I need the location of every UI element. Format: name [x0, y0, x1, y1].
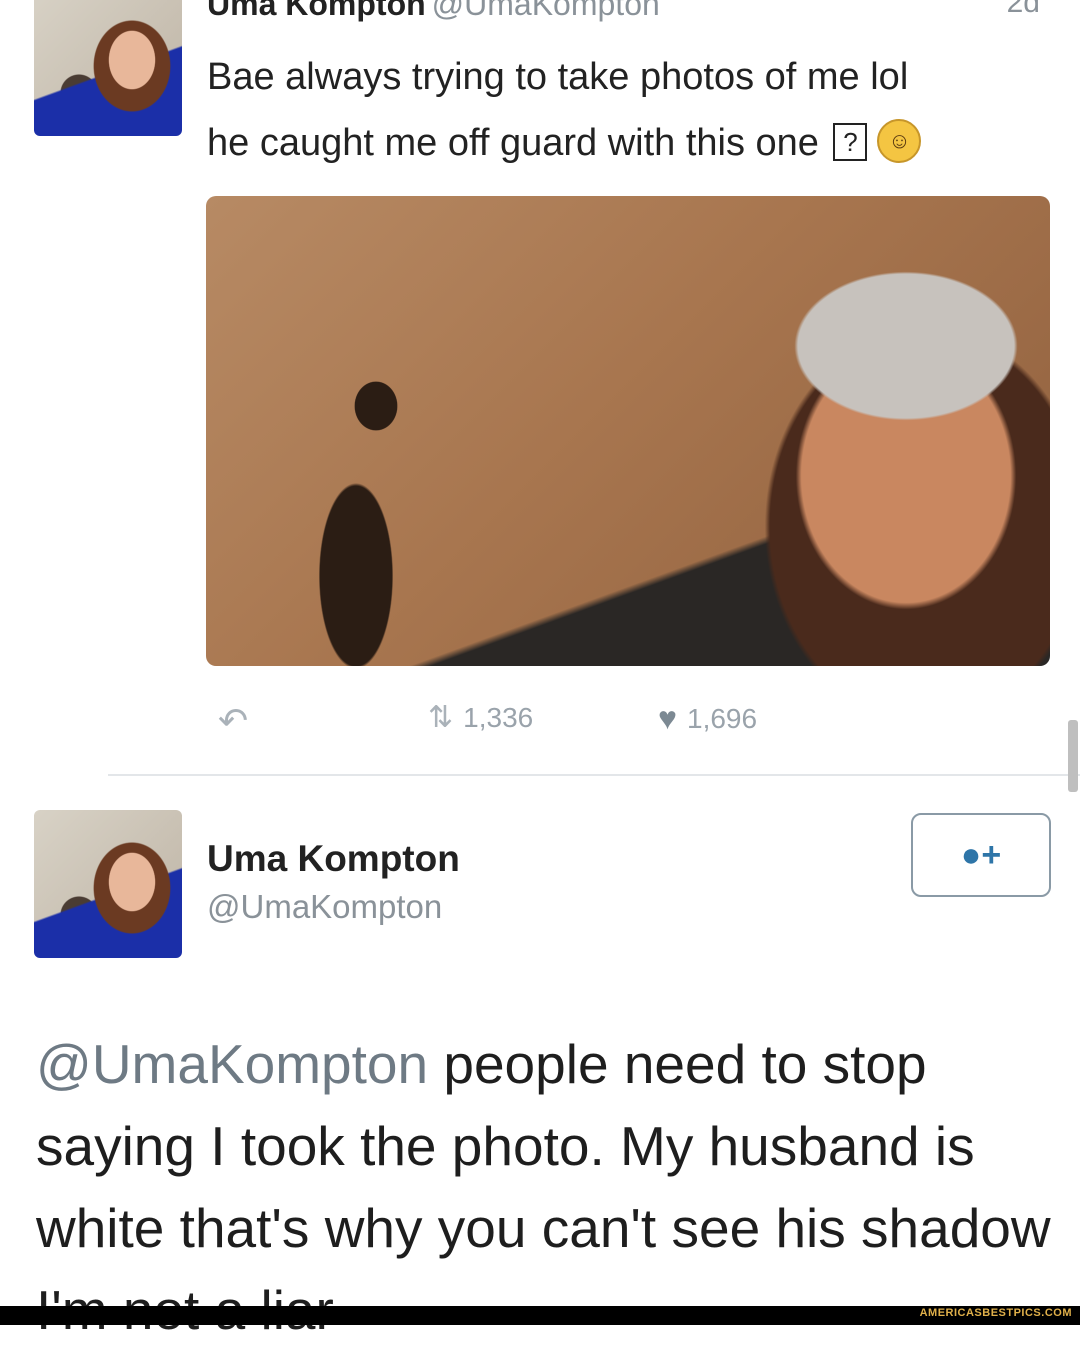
retweet-count: 1,336 — [463, 701, 534, 733]
tweet-text-line-2-content: he caught me off guard with this one — [207, 122, 819, 164]
retweet-button[interactable]: ⇅ 1,336 — [428, 700, 533, 735]
reply-text: @UmaKompton people need to stop saying I… — [36, 1023, 1056, 1351]
tweet-author[interactable]: Uma Kompton @UmaKompton — [207, 0, 660, 23]
tweet-text: Bae always trying to take photos of me l… — [207, 44, 1047, 176]
unknown-glyph-icon: ? — [833, 122, 868, 161]
watermark: AMERICASBESTPICS.COM — [919, 1307, 1072, 1319]
like-button[interactable]: ♥ 1,696 — [658, 700, 757, 737]
heart-icon: ♥ — [658, 700, 677, 736]
retweet-icon: ⇅ — [428, 701, 454, 734]
author-name: Uma Kompton — [207, 0, 426, 22]
reply-author-handle[interactable]: @UmaKompton — [207, 888, 442, 926]
bottom-bar — [0, 1306, 1080, 1325]
like-count: 1,696 — [687, 702, 758, 734]
tweet-photo[interactable] — [206, 196, 1050, 666]
avatar[interactable] — [34, 810, 182, 958]
tweet-text-line-1: Bae always trying to take photos of me l… — [207, 56, 909, 98]
tweet-text-line-2: he caught me off guard with this one ? ☺ — [207, 110, 1047, 176]
laughing-crying-emoji-icon: ☺ — [877, 118, 922, 163]
reply-icon: ↶ — [218, 700, 249, 741]
scrollbar[interactable] — [1068, 720, 1078, 792]
follow-user-icon: ●+ — [960, 835, 1002, 874]
reply-button[interactable]: ↶ — [218, 700, 248, 742]
reply-author-name[interactable]: Uma Kompton — [207, 838, 460, 880]
divider — [108, 774, 1080, 776]
tweet-time[interactable]: 2d — [1007, 0, 1040, 20]
follow-button[interactable]: ●+ — [911, 813, 1051, 897]
mention-link[interactable]: @UmaKompton — [36, 1033, 428, 1095]
author-handle: @UmaKompton — [431, 0, 660, 22]
avatar[interactable] — [34, 0, 182, 136]
